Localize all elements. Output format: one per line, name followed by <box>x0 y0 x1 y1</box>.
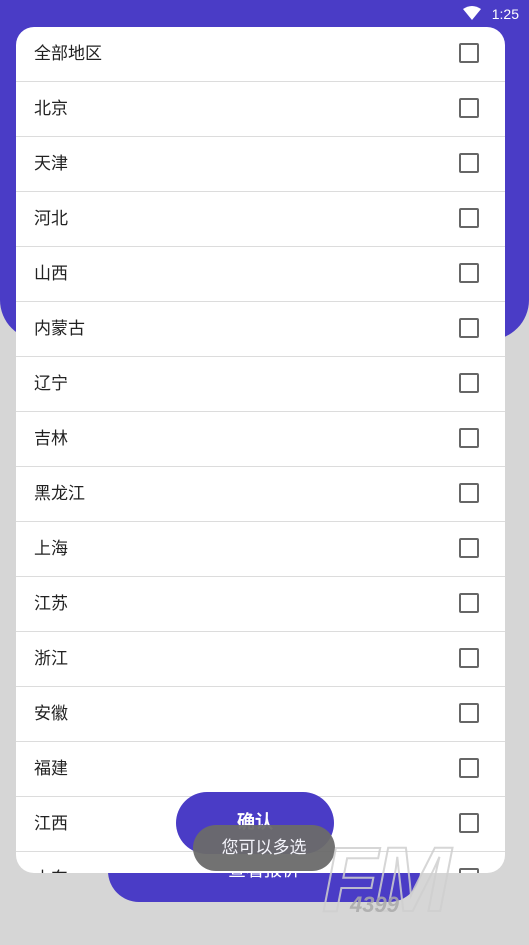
region-checkbox[interactable] <box>459 208 479 228</box>
list-item[interactable]: 辽宁 <box>16 357 505 412</box>
watermark-logo: FM 4399 <box>321 829 522 931</box>
region-checkbox[interactable] <box>459 318 479 338</box>
region-label: 吉林 <box>34 429 68 449</box>
region-label: 天津 <box>34 154 68 174</box>
region-label: 江苏 <box>34 594 68 614</box>
list-item[interactable]: 内蒙古 <box>16 302 505 357</box>
region-checkbox[interactable] <box>459 593 479 613</box>
region-checkbox[interactable] <box>459 373 479 393</box>
region-label: 浙江 <box>34 649 68 669</box>
region-label: 福建 <box>34 759 68 779</box>
list-item[interactable]: 黑龙江 <box>16 467 505 522</box>
region-label: 上海 <box>34 539 68 559</box>
region-checkbox[interactable] <box>459 703 479 723</box>
region-label: 河北 <box>34 209 68 229</box>
list-item[interactable]: 安徽 <box>16 687 505 742</box>
region-label: 北京 <box>34 99 68 119</box>
region-label: 安徽 <box>34 704 68 724</box>
list-item[interactable]: 江苏 <box>16 577 505 632</box>
list-item[interactable]: 浙江 <box>16 632 505 687</box>
status-time: 1:25 <box>491 6 519 22</box>
region-label: 江西 <box>34 814 68 834</box>
region-checkbox[interactable] <box>459 648 479 668</box>
list-item[interactable]: 上海 <box>16 522 505 577</box>
region-checkbox[interactable] <box>459 483 479 503</box>
watermark-number: 4399 <box>350 892 399 917</box>
region-select-dialog: 全部地区 北京 天津 河北 山西 内蒙古 辽宁 吉林 黑龙江 上海 江苏 浙江 … <box>16 27 505 873</box>
toast-message: 您可以多选 <box>193 825 335 871</box>
list-item[interactable]: 吉林 <box>16 412 505 467</box>
region-label: 辽宁 <box>34 374 68 394</box>
region-checkbox[interactable] <box>459 428 479 448</box>
list-item[interactable]: 福建 <box>16 742 505 797</box>
region-checkbox[interactable] <box>459 43 479 63</box>
list-item[interactable]: 全部地区 <box>16 27 505 82</box>
list-item[interactable]: 河北 <box>16 192 505 247</box>
region-checkbox[interactable] <box>459 758 479 778</box>
region-label: 黑龙江 <box>34 484 85 504</box>
list-item[interactable]: 山西 <box>16 247 505 302</box>
wifi-icon <box>463 6 481 20</box>
region-label: 全部地区 <box>34 44 102 64</box>
status-bar: 1:25 <box>0 0 529 28</box>
region-checkbox[interactable] <box>459 538 479 558</box>
list-item[interactable]: 北京 <box>16 82 505 137</box>
region-checkbox[interactable] <box>459 263 479 283</box>
list-item[interactable]: 天津 <box>16 137 505 192</box>
region-checkbox[interactable] <box>459 153 479 173</box>
region-checkbox[interactable] <box>459 98 479 118</box>
region-label: 山东 <box>34 852 68 873</box>
region-label: 内蒙古 <box>34 319 85 339</box>
region-label: 山西 <box>34 264 68 284</box>
